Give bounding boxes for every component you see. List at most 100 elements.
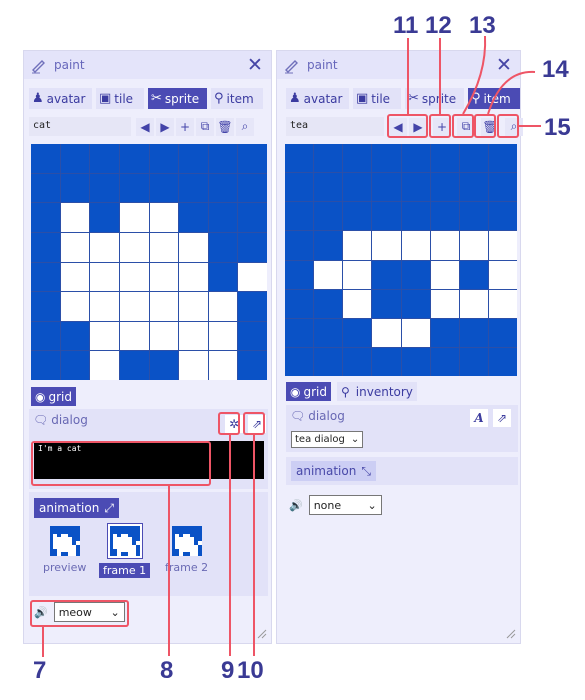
pixel-cell[interactable] xyxy=(459,231,488,260)
pixel-cell[interactable] xyxy=(90,144,119,173)
pixel-cell[interactable] xyxy=(488,347,517,376)
pixel-cell[interactable] xyxy=(238,351,267,380)
pixel-cell[interactable] xyxy=(285,173,314,202)
pixel-cell[interactable] xyxy=(60,351,90,380)
pixel-cell[interactable] xyxy=(401,231,430,260)
pixel-cell[interactable] xyxy=(488,289,517,318)
pixel-cell[interactable] xyxy=(488,173,517,202)
pixel-cell[interactable] xyxy=(430,144,459,173)
pixel-cell[interactable] xyxy=(372,347,401,376)
pixel-cell[interactable] xyxy=(285,318,314,347)
resize-handle-icon[interactable] xyxy=(506,629,516,639)
font-style-icon[interactable]: A xyxy=(470,409,488,427)
pixel-cell[interactable] xyxy=(488,144,517,173)
tab-item[interactable]: ⚲ item xyxy=(211,88,263,109)
pixel-cell[interactable] xyxy=(430,173,459,202)
pixel-cell[interactable] xyxy=(90,203,119,232)
pixel-cell[interactable] xyxy=(314,173,343,202)
pixel-cell[interactable] xyxy=(149,351,179,380)
pixel-cell[interactable] xyxy=(119,262,149,292)
pixel-cell[interactable] xyxy=(401,144,430,173)
pixel-cell[interactable] xyxy=(179,232,208,262)
pixel-cell[interactable] xyxy=(488,202,517,231)
pixel-cell[interactable] xyxy=(31,144,60,173)
pixel-cell[interactable] xyxy=(401,347,430,376)
search-icon[interactable]: ⌕ xyxy=(236,117,254,136)
pixel-cell[interactable] xyxy=(149,144,179,173)
duplicate-icon[interactable]: ⧉ xyxy=(196,117,214,136)
pixel-cell[interactable] xyxy=(90,351,119,380)
pixel-cell[interactable] xyxy=(149,262,179,292)
tab-sprite[interactable]: ✂ sprite xyxy=(148,88,207,109)
pixel-cell[interactable] xyxy=(31,262,60,292)
pixel-cell[interactable] xyxy=(60,144,90,173)
pixel-cell[interactable] xyxy=(149,203,179,232)
tab-avatar[interactable]: ♟ avatar xyxy=(286,88,349,109)
pixel-cell[interactable] xyxy=(60,173,90,203)
pixel-cell[interactable] xyxy=(372,318,401,347)
pixel-cell[interactable] xyxy=(343,173,372,202)
pixel-cell[interactable] xyxy=(60,232,90,262)
animation-frame-1[interactable]: frame 1 xyxy=(99,523,151,578)
pixel-cell[interactable] xyxy=(208,173,238,203)
pixel-cell[interactable] xyxy=(119,203,149,232)
pixel-cell[interactable] xyxy=(430,260,459,289)
animation-toggle-button[interactable]: animation ⤢ xyxy=(34,498,119,518)
pixel-cell[interactable] xyxy=(179,262,208,292)
tab-avatar[interactable]: ♟ avatar xyxy=(29,88,92,109)
pixel-cell[interactable] xyxy=(90,173,119,203)
pixel-cell[interactable] xyxy=(208,292,238,321)
sprite-name-input[interactable]: cat xyxy=(29,117,131,136)
pixel-cell[interactable] xyxy=(90,321,119,351)
pixel-cell[interactable] xyxy=(314,202,343,231)
pixel-cell[interactable] xyxy=(372,144,401,173)
sprite-paint-canvas[interactable] xyxy=(31,144,267,380)
pixel-cell[interactable] xyxy=(31,351,60,380)
pixel-cell[interactable] xyxy=(372,202,401,231)
pixel-cell[interactable] xyxy=(208,321,238,351)
dialog-select[interactable]: tea dialog ⌄ xyxy=(291,431,364,448)
item-paint-canvas[interactable] xyxy=(285,144,517,376)
pixel-cell[interactable] xyxy=(31,173,60,203)
animation-toggle-button[interactable]: animation ⤡ xyxy=(291,461,376,481)
pixel-cell[interactable] xyxy=(179,292,208,321)
pixel-cell[interactable] xyxy=(31,292,60,321)
pixel-cell[interactable] xyxy=(149,292,179,321)
pixel-cell[interactable] xyxy=(179,321,208,351)
pixel-cell[interactable] xyxy=(60,262,90,292)
previous-icon[interactable]: ◀ xyxy=(136,117,154,136)
pixel-cell[interactable] xyxy=(285,289,314,318)
pixel-cell[interactable] xyxy=(401,202,430,231)
pixel-cell[interactable] xyxy=(31,321,60,351)
resize-handle-icon[interactable] xyxy=(257,629,267,639)
pixel-cell[interactable] xyxy=(238,203,267,232)
item-name-input[interactable]: tea xyxy=(286,117,384,136)
pixel-cell[interactable] xyxy=(90,292,119,321)
pixel-cell[interactable] xyxy=(238,321,267,351)
pixel-cell[interactable] xyxy=(314,289,343,318)
pixel-cell[interactable] xyxy=(90,232,119,262)
pixel-cell[interactable] xyxy=(285,347,314,376)
grid-toggle-button[interactable]: ◉ grid xyxy=(31,387,76,406)
pixel-cell[interactable] xyxy=(372,231,401,260)
pixel-cell[interactable] xyxy=(90,262,119,292)
tab-tile[interactable]: ▣ tile xyxy=(353,88,401,109)
pixel-cell[interactable] xyxy=(119,173,149,203)
pixel-cell[interactable] xyxy=(343,231,372,260)
pixel-cell[interactable] xyxy=(459,260,488,289)
pixel-cell[interactable] xyxy=(372,289,401,318)
pixel-cell[interactable] xyxy=(401,173,430,202)
pixel-cell[interactable] xyxy=(285,231,314,260)
pixel-cell[interactable] xyxy=(60,203,90,232)
pixel-cell[interactable] xyxy=(60,321,90,351)
add-icon[interactable]: + xyxy=(176,117,194,136)
open-external-icon[interactable]: ⇗ xyxy=(493,409,511,427)
pixel-cell[interactable] xyxy=(285,144,314,173)
pixel-cell[interactable] xyxy=(208,351,238,380)
pixel-cell[interactable] xyxy=(149,232,179,262)
pixel-cell[interactable] xyxy=(430,231,459,260)
pixel-cell[interactable] xyxy=(314,144,343,173)
pixel-cell[interactable] xyxy=(208,232,238,262)
pixel-cell[interactable] xyxy=(31,232,60,262)
pixel-cell[interactable] xyxy=(119,351,149,380)
